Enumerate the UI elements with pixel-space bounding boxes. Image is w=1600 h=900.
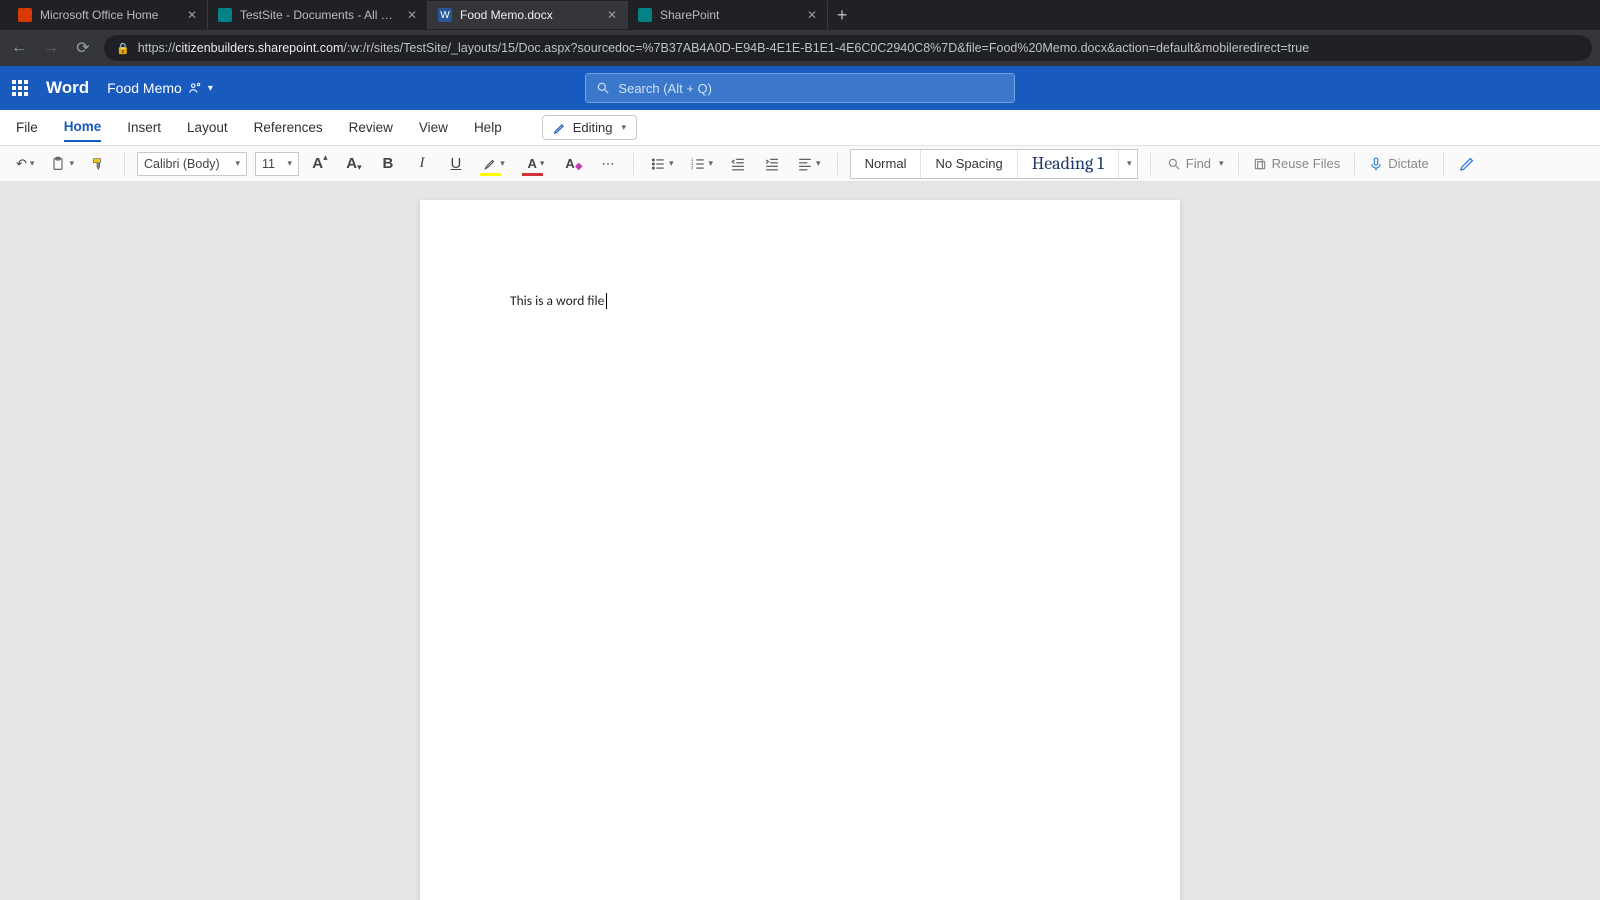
browser-tabstrip: Microsoft Office Home ✕ TestSite - Docum… bbox=[0, 0, 1600, 30]
tab-favicon bbox=[638, 8, 652, 22]
font-family-select[interactable]: Calibri (Body)▾ bbox=[137, 152, 247, 176]
browser-tab-active[interactable]: W Food Memo.docx ✕ bbox=[428, 1, 628, 29]
menu-view[interactable]: View bbox=[419, 114, 448, 141]
tab-label: Microsoft Office Home bbox=[40, 8, 179, 22]
tab-favicon: W bbox=[438, 8, 452, 22]
underline-button[interactable]: U bbox=[443, 151, 469, 177]
format-painter-button[interactable] bbox=[86, 151, 112, 177]
menu-layout[interactable]: Layout bbox=[187, 114, 228, 141]
menu-file[interactable]: File bbox=[16, 114, 38, 141]
highlight-button[interactable]: ▾ bbox=[477, 151, 511, 177]
browser-tab[interactable]: TestSite - Documents - All Docu… ✕ bbox=[208, 1, 428, 29]
paste-button[interactable]: ▾ bbox=[46, 151, 78, 177]
find-button[interactable]: Find▾ bbox=[1163, 151, 1228, 177]
app-launcher-icon[interactable] bbox=[12, 80, 28, 96]
chevron-down-icon[interactable]: ▾ bbox=[208, 83, 213, 94]
tab-favicon bbox=[218, 8, 232, 22]
tab-label: TestSite - Documents - All Docu… bbox=[240, 8, 399, 22]
style-normal[interactable]: Normal bbox=[851, 150, 922, 178]
clear-formatting-button[interactable]: A◆ bbox=[561, 151, 587, 177]
new-tab-button[interactable]: + bbox=[828, 5, 856, 26]
bullets-button[interactable]: ▾ bbox=[646, 151, 678, 177]
reuse-files-button[interactable]: Reuse Files bbox=[1249, 151, 1345, 177]
search-input[interactable]: Search (Alt + Q) bbox=[585, 73, 1015, 103]
shrink-font-button[interactable]: A▾ bbox=[341, 151, 367, 177]
styles-more-button[interactable]: ▾ bbox=[1119, 150, 1137, 178]
search-icon bbox=[596, 81, 610, 95]
menu-insert[interactable]: Insert bbox=[127, 114, 161, 141]
document-body-text[interactable]: This is a word file bbox=[510, 292, 604, 309]
tab-label: SharePoint bbox=[660, 8, 799, 22]
nav-back-icon[interactable]: ← bbox=[8, 39, 30, 57]
app-brand: Word bbox=[46, 78, 89, 98]
style-nospacing[interactable]: No Spacing bbox=[921, 150, 1017, 178]
browser-tab[interactable]: SharePoint ✕ bbox=[628, 1, 828, 29]
nav-forward-icon[interactable]: → bbox=[40, 39, 62, 57]
increase-indent-button[interactable] bbox=[759, 151, 785, 177]
decrease-indent-button[interactable] bbox=[725, 151, 751, 177]
menu-bar: File Home Insert Layout References Revie… bbox=[0, 110, 1600, 146]
document-title[interactable]: Food Memo ▾ bbox=[107, 80, 213, 96]
app-header: Word Food Memo ▾ Search (Alt + Q) bbox=[0, 66, 1600, 110]
pencil-icon bbox=[553, 121, 567, 135]
editing-mode-button[interactable]: Editing ▾ bbox=[542, 115, 637, 140]
dictate-button[interactable]: Dictate bbox=[1365, 151, 1432, 177]
svg-text:3: 3 bbox=[691, 165, 694, 170]
menu-help[interactable]: Help bbox=[474, 114, 502, 141]
search-placeholder: Search (Alt + Q) bbox=[618, 81, 712, 96]
italic-button[interactable]: I bbox=[409, 151, 435, 177]
grow-font-button[interactable]: A▴ bbox=[307, 151, 333, 177]
menu-home[interactable]: Home bbox=[64, 113, 102, 142]
nav-reload-icon[interactable]: ⟳ bbox=[72, 38, 94, 58]
style-heading1[interactable]: Heading 1 bbox=[1018, 150, 1119, 178]
tab-close-icon[interactable]: ✕ bbox=[807, 8, 817, 22]
share-icon[interactable] bbox=[188, 81, 202, 95]
tab-close-icon[interactable]: ✕ bbox=[187, 8, 197, 22]
tab-close-icon[interactable]: ✕ bbox=[607, 8, 617, 22]
undo-button[interactable]: ↶▾ bbox=[12, 151, 38, 177]
browser-address-bar: ← → ⟳ 🔒 https://citizenbuilders.sharepoi… bbox=[0, 30, 1600, 66]
document-page[interactable]: This is a word file bbox=[420, 200, 1180, 900]
url-input[interactable]: 🔒 https://citizenbuilders.sharepoint.com… bbox=[104, 35, 1592, 61]
more-font-button[interactable]: ⋯ bbox=[595, 151, 621, 177]
chevron-down-icon: ▾ bbox=[621, 122, 626, 133]
url-text: https://citizenbuilders.sharepoint.com/:… bbox=[138, 41, 1309, 55]
tab-label: Food Memo.docx bbox=[460, 8, 599, 22]
text-cursor bbox=[606, 293, 607, 309]
numbering-button[interactable]: 123 ▾ bbox=[686, 151, 718, 177]
document-canvas[interactable]: This is a word file bbox=[0, 182, 1600, 900]
tab-close-icon[interactable]: ✕ bbox=[407, 8, 417, 22]
tab-favicon bbox=[18, 8, 32, 22]
styles-gallery: Normal No Spacing Heading 1 ▾ bbox=[850, 149, 1138, 179]
font-color-button[interactable]: A▾ bbox=[519, 151, 553, 177]
menu-references[interactable]: References bbox=[254, 114, 323, 141]
editor-button[interactable] bbox=[1454, 151, 1480, 177]
lock-icon: 🔒 bbox=[116, 42, 130, 55]
align-button[interactable]: ▾ bbox=[793, 151, 825, 177]
font-size-select[interactable]: 11▾ bbox=[255, 152, 299, 176]
bold-button[interactable]: B bbox=[375, 151, 401, 177]
browser-tab[interactable]: Microsoft Office Home ✕ bbox=[8, 1, 208, 29]
ribbon-toolbar: ↶▾ ▾ Calibri (Body)▾ 11▾ A▴ A▾ B I U ▾ A… bbox=[0, 146, 1600, 182]
menu-review[interactable]: Review bbox=[349, 114, 393, 141]
